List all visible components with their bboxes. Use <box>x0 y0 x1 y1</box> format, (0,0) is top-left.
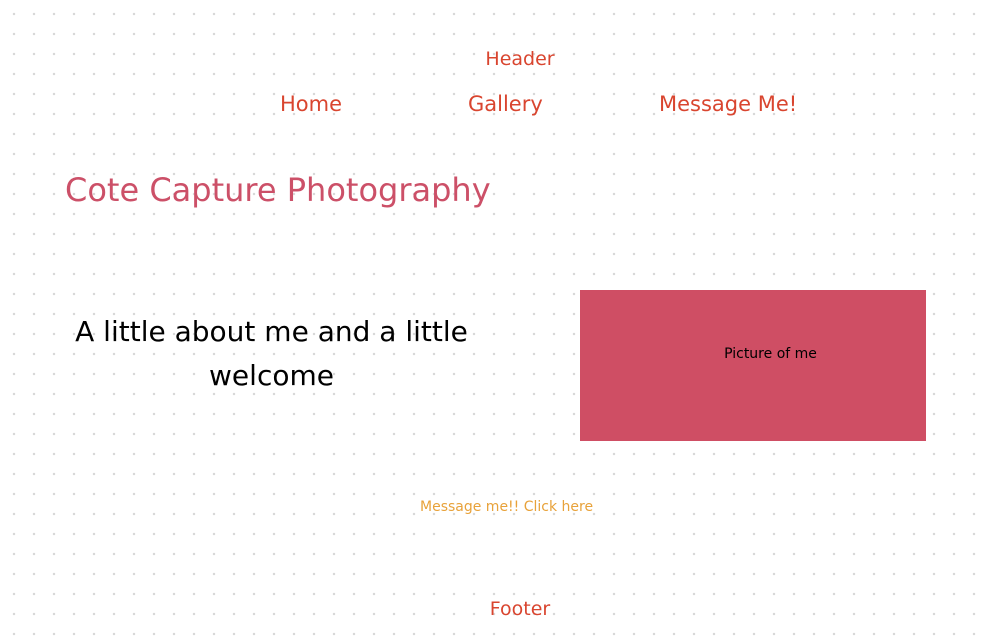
nav-message-me-link[interactable]: Message Me! <box>659 90 797 118</box>
message-me-cta-link[interactable]: Message me!! Click here <box>420 497 593 517</box>
footer-label: Footer <box>489 598 551 620</box>
nav-gallery-link[interactable]: Gallery <box>468 90 543 118</box>
picture-placeholder: Picture of me <box>580 290 926 441</box>
welcome-text: A little about me and a little welcome <box>75 315 468 392</box>
nav-home-link[interactable]: Home <box>280 90 342 118</box>
header-label: Header <box>485 48 555 70</box>
picture-label: Picture of me <box>724 345 817 362</box>
site-title: Cote Capture Photography <box>65 171 491 209</box>
